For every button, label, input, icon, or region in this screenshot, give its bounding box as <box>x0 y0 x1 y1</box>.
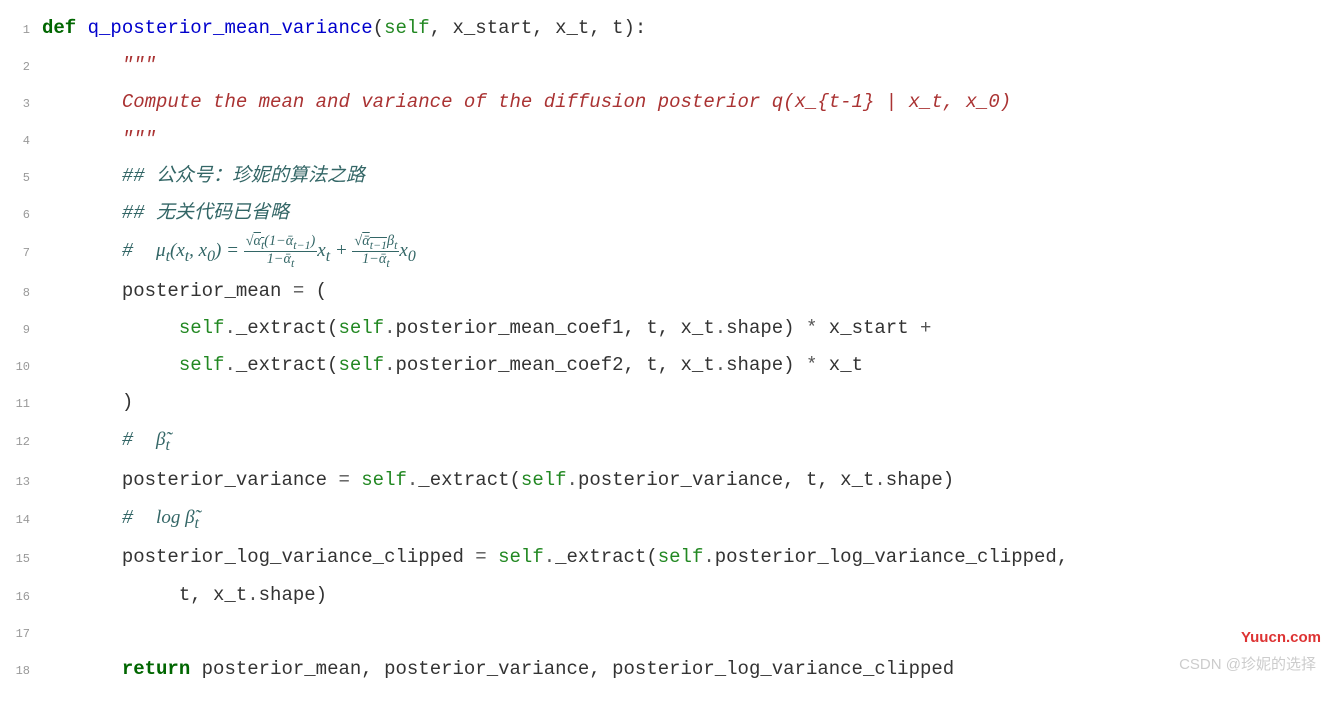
line-number: 13 <box>0 471 42 494</box>
code-content: """ <box>42 121 156 158</box>
code-line: 12 # β̃t <box>0 421 1336 462</box>
line-number: 8 <box>0 282 42 305</box>
code-content: return posterior_mean, posterior_varianc… <box>42 651 954 688</box>
code-line: 11 ) <box>0 384 1336 421</box>
line-number: 5 <box>0 167 42 190</box>
watermark-yuucn: Yuucn.com <box>1241 623 1321 652</box>
line-number: 2 <box>0 56 42 79</box>
code-content: posterior_mean = ( <box>42 273 327 310</box>
code-content: ## 公众号：珍妮的算法之路 <box>42 158 365 195</box>
code-content: # log β̃t <box>42 499 199 540</box>
line-number: 11 <box>0 393 42 416</box>
code-line: 1def q_posterior_mean_variance(self, x_s… <box>0 10 1336 47</box>
code-content: self._extract(self.posterior_mean_coef1,… <box>42 310 931 347</box>
line-number: 15 <box>0 548 42 571</box>
code-content: t, x_t.shape) <box>42 577 327 614</box>
code-line: 9 self._extract(self.posterior_mean_coef… <box>0 310 1336 347</box>
code-line: 10 self._extract(self.posterior_mean_coe… <box>0 347 1336 384</box>
line-number: 14 <box>0 509 42 532</box>
code-line: 15 posterior_log_variance_clipped = self… <box>0 539 1336 576</box>
code-content: self._extract(self.posterior_mean_coef2,… <box>42 347 863 384</box>
line-number: 17 <box>0 623 42 646</box>
code-content: ) <box>42 384 133 421</box>
code-line: 14 # log β̃t <box>0 499 1336 540</box>
code-content: posterior_log_variance_clipped = self._e… <box>42 539 1068 576</box>
code-line: 5 ## 公众号：珍妮的算法之路 <box>0 158 1336 195</box>
line-number: 1 <box>0 19 42 42</box>
code-line: 4 """ <box>0 121 1336 158</box>
line-number: 18 <box>0 660 42 683</box>
code-block: 1def q_posterior_mean_variance(self, x_s… <box>0 10 1336 688</box>
line-number: 12 <box>0 431 42 454</box>
line-number: 7 <box>0 242 42 265</box>
line-number: 6 <box>0 204 42 227</box>
code-line: 2 """ <box>0 47 1336 84</box>
line-number: 9 <box>0 319 42 342</box>
code-line: 8 posterior_mean = ( <box>0 273 1336 310</box>
line-number: 10 <box>0 356 42 379</box>
code-content: # μt(xt, x0) = √αt(1−ᾱt−1)1−ᾱtxt + √ᾱt−1… <box>42 232 416 273</box>
code-content: """ <box>42 47 156 84</box>
code-line: 18 return posterior_mean, posterior_vari… <box>0 651 1336 688</box>
line-number: 3 <box>0 93 42 116</box>
code-content: ## 无关代码已省略 <box>42 195 289 232</box>
code-content: def q_posterior_mean_variance(self, x_st… <box>42 10 646 47</box>
code-line: 7 # μt(xt, x0) = √αt(1−ᾱt−1)1−ᾱtxt + √ᾱt… <box>0 232 1336 273</box>
line-number: 16 <box>0 586 42 609</box>
code-line: 16 t, x_t.shape) <box>0 577 1336 614</box>
code-line: 17 <box>0 614 1336 651</box>
code-content <box>42 614 53 651</box>
code-content: # β̃t <box>42 421 170 462</box>
code-line: 6 ## 无关代码已省略 <box>0 195 1336 232</box>
code-line: 3 Compute the mean and variance of the d… <box>0 84 1336 121</box>
code-content: Compute the mean and variance of the dif… <box>42 84 1011 121</box>
line-number: 4 <box>0 130 42 153</box>
code-content: posterior_variance = self._extract(self.… <box>42 462 954 499</box>
watermark-csdn: CSDN @珍妮的选择 <box>1179 650 1316 679</box>
code-line: 13 posterior_variance = self._extract(se… <box>0 462 1336 499</box>
